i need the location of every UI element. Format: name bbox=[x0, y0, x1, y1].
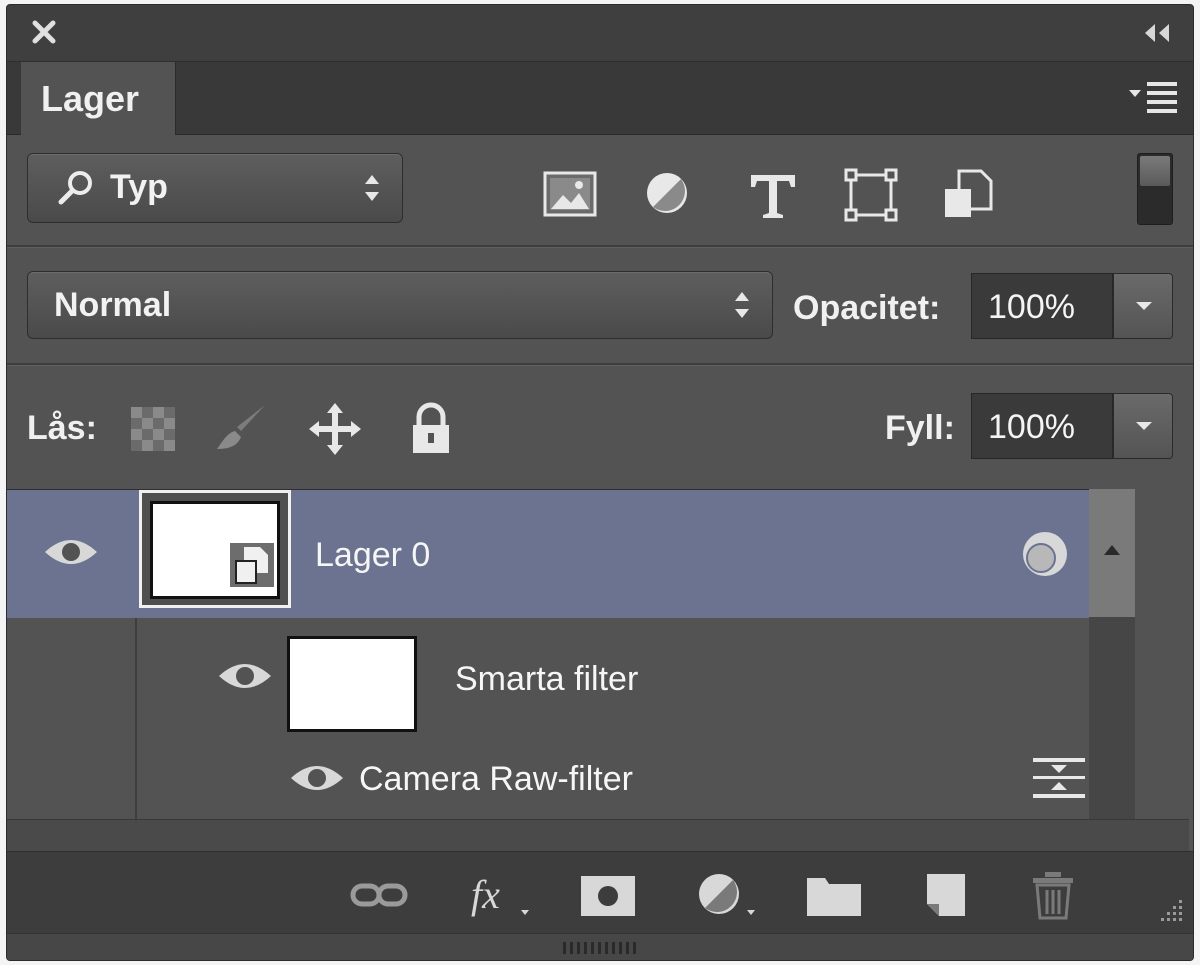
smart-filter-indicator-icon bbox=[1023, 532, 1067, 576]
type-filter-icon[interactable] bbox=[743, 165, 803, 225]
panel-resize-handle[interactable] bbox=[7, 933, 1193, 960]
eye-icon[interactable] bbox=[287, 758, 347, 798]
eye-icon[interactable] bbox=[215, 656, 275, 696]
image-filter-icon[interactable] bbox=[541, 165, 601, 225]
grip-icon bbox=[563, 942, 636, 954]
divider bbox=[7, 363, 1193, 366]
smart-filters-label: Smarta filter bbox=[455, 660, 639, 698]
link-layers-icon[interactable] bbox=[347, 870, 411, 920]
layers-panel: Lager Typ Normal Opacitet: 100% Lås: Fyl… bbox=[6, 4, 1194, 961]
lock-label: Lås: bbox=[27, 409, 97, 447]
filter-kind-value: Typ bbox=[110, 168, 168, 206]
filter-toggle-knob bbox=[1140, 156, 1170, 186]
divider bbox=[7, 245, 1193, 248]
tab-layers[interactable]: Lager bbox=[21, 62, 176, 135]
camera-raw-filter-row[interactable]: Camera Raw-filter bbox=[135, 736, 1137, 820]
tab-bar: Lager bbox=[7, 62, 1193, 135]
layer-list-scrollbar[interactable] bbox=[1089, 489, 1135, 819]
scroll-up-icon[interactable] bbox=[1102, 543, 1122, 557]
delete-icon[interactable] bbox=[1021, 870, 1085, 920]
smart-object-filter-icon[interactable] bbox=[939, 165, 999, 225]
collapse-icon[interactable] bbox=[1139, 21, 1175, 45]
blend-mode-value: Normal bbox=[54, 286, 172, 324]
tab-layers-label: Lager bbox=[41, 78, 140, 119]
opacity-value: 100% bbox=[988, 288, 1075, 326]
blend-mode-dropdown[interactable]: Normal bbox=[27, 271, 773, 339]
search-icon bbox=[58, 171, 92, 205]
eye-icon[interactable] bbox=[41, 532, 101, 572]
panel-title-strip bbox=[7, 5, 1193, 62]
smart-filter-mask-thumbnail bbox=[287, 636, 417, 732]
smart-object-badge-icon bbox=[230, 543, 274, 587]
fill-input[interactable]: 100% bbox=[971, 393, 1113, 459]
filter-kind-dropdown[interactable]: Typ bbox=[27, 153, 403, 223]
layer-thumbnail-frame bbox=[139, 490, 291, 608]
opacity-label: Opacitet: bbox=[793, 289, 941, 327]
scrollbar-thumb[interactable] bbox=[1089, 489, 1135, 617]
smart-filters-row[interactable]: Smarta filter bbox=[135, 618, 1137, 736]
bottom-toolbar: fx bbox=[7, 851, 1193, 934]
chevron-updown-icon bbox=[735, 292, 749, 318]
opacity-input[interactable]: 100% bbox=[971, 273, 1113, 339]
lock-image-icon[interactable] bbox=[213, 401, 269, 457]
lock-all-icon[interactable] bbox=[403, 401, 459, 457]
opacity-slider-button[interactable] bbox=[1113, 273, 1173, 339]
filter-toggle-switch[interactable] bbox=[1137, 153, 1173, 225]
fill-label: Fyll: bbox=[885, 409, 955, 447]
fx-icon[interactable]: fx bbox=[467, 870, 531, 920]
svg-text:fx: fx bbox=[471, 872, 500, 917]
layer-mask-icon[interactable] bbox=[577, 870, 641, 920]
chevron-updown-icon bbox=[365, 175, 379, 201]
shape-filter-icon[interactable] bbox=[841, 165, 901, 225]
lock-transparency-icon[interactable] bbox=[125, 401, 181, 457]
close-icon[interactable] bbox=[29, 17, 59, 47]
layer-name[interactable]: Lager 0 bbox=[315, 536, 430, 575]
layer-row-selected[interactable]: Lager 0 bbox=[7, 490, 1135, 618]
fill-slider-button[interactable] bbox=[1113, 393, 1173, 459]
panel-menu-icon[interactable] bbox=[1127, 80, 1179, 114]
adjustment-layer-icon[interactable] bbox=[693, 870, 757, 920]
layer-list: Lager 0 Smarta filter Camera Raw-filter bbox=[7, 489, 1135, 820]
layer-list-empty-area bbox=[7, 819, 1189, 852]
new-layer-icon[interactable] bbox=[913, 870, 977, 920]
adjustment-filter-icon[interactable] bbox=[637, 165, 697, 225]
lock-position-icon[interactable] bbox=[307, 401, 363, 457]
filter-blending-options-icon[interactable] bbox=[1031, 756, 1087, 800]
new-group-icon[interactable] bbox=[803, 870, 867, 920]
camera-raw-filter-label: Camera Raw-filter bbox=[359, 760, 633, 798]
resize-grip-icon[interactable] bbox=[1155, 896, 1185, 926]
fill-value: 100% bbox=[988, 408, 1075, 446]
